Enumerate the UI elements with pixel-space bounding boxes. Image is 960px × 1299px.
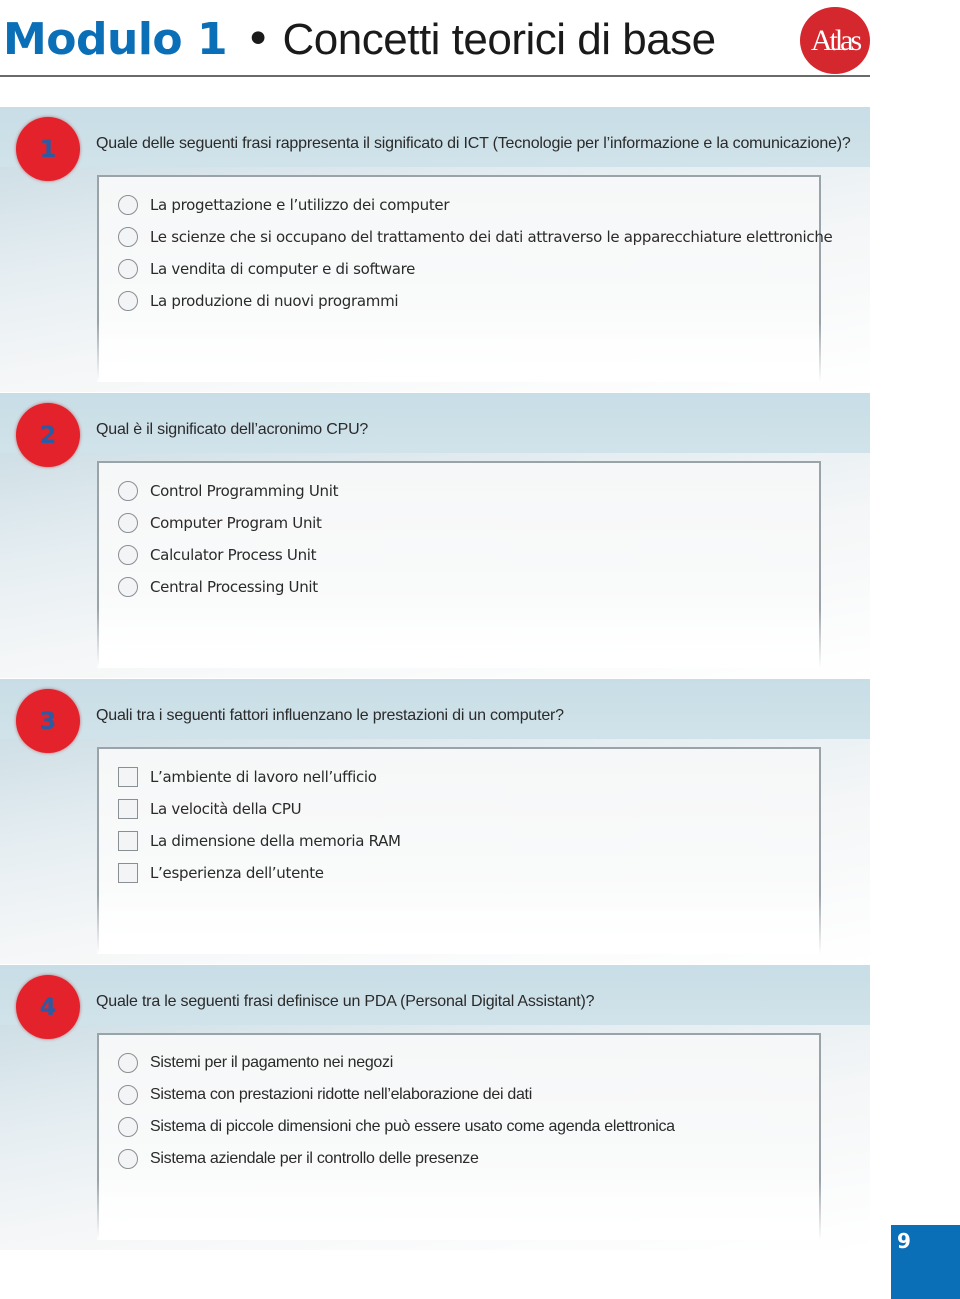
option[interactable]: Computer Program Unit bbox=[118, 507, 338, 539]
radio-button[interactable] bbox=[118, 481, 138, 501]
option-label: La dimensione della memoria RAM bbox=[150, 832, 401, 850]
option-label: La produzione di nuovi programmi bbox=[150, 292, 399, 310]
module-subtitle: Concetti teorici di base bbox=[282, 15, 717, 64]
atlas-logo: Atlas bbox=[800, 7, 870, 74]
option[interactable]: Sistema aziendale per il controllo delle… bbox=[118, 1143, 675, 1175]
option[interactable]: L’ambiente di lavoro nell’ufficio bbox=[118, 761, 401, 793]
question-number-badge: 3 bbox=[16, 689, 80, 753]
option-label: Sistemi per il pagamento nei negozi bbox=[150, 1054, 393, 1071]
page-number: 9 bbox=[897, 1229, 911, 1253]
question-number-badge: 2 bbox=[16, 403, 80, 467]
option-label: L’ambiente di lavoro nell’ufficio bbox=[150, 768, 377, 786]
option-label: La velocità della CPU bbox=[150, 800, 302, 818]
options-list: L’ambiente di lavoro nell’ufficio La vel… bbox=[118, 761, 401, 889]
question-text: Qual è il significato dell’acronimo CPU? bbox=[96, 421, 369, 438]
question-number-badge: 1 bbox=[16, 117, 80, 181]
radio-button[interactable] bbox=[118, 1085, 138, 1105]
radio-button[interactable] bbox=[118, 1117, 138, 1137]
page-title: Modulo 1 • Concetti teorici di base bbox=[3, 12, 716, 68]
checkbox[interactable] bbox=[118, 767, 138, 787]
option[interactable]: La vendita di computer e di software bbox=[118, 253, 833, 285]
option[interactable]: Le scienze che si occupano del trattamen… bbox=[118, 221, 833, 253]
option[interactable]: La dimensione della memoria RAM bbox=[118, 825, 401, 857]
checkbox[interactable] bbox=[118, 799, 138, 819]
option[interactable]: Control Programming Unit bbox=[118, 475, 339, 507]
option-label: La progettazione e l’utilizzo dei comput… bbox=[150, 196, 450, 214]
title-separator: • bbox=[245, 14, 271, 65]
checkbox[interactable] bbox=[118, 831, 138, 851]
option[interactable]: Sistema con prestazioni ridotte nell’ela… bbox=[118, 1079, 675, 1111]
option-label: Central Processing Unit bbox=[150, 578, 318, 596]
page-header: Modulo 1 • Concetti teorici di base Atlas bbox=[0, 0, 870, 77]
question-3: 3 Quali tra i seguenti fattori influenza… bbox=[0, 679, 870, 964]
question-1: 1 Quale delle seguenti frasi rappresenta… bbox=[0, 107, 870, 392]
option-label: Computer Program Unit bbox=[150, 514, 322, 532]
option-label: L’esperienza dell’utente bbox=[150, 864, 324, 882]
question-number-badge: 4 bbox=[16, 975, 80, 1039]
options-list: Control Programming Unit Computer Progra… bbox=[118, 475, 339, 603]
radio-button[interactable] bbox=[118, 1149, 138, 1169]
option[interactable]: La progettazione e l’utilizzo dei comput… bbox=[118, 189, 833, 221]
module-label: Modulo 1 bbox=[3, 14, 228, 65]
option[interactable]: Sistemi per il pagamento nei negozi bbox=[118, 1047, 675, 1079]
option[interactable]: L’esperienza dell’utente bbox=[118, 857, 401, 889]
radio-button[interactable] bbox=[118, 545, 138, 565]
option[interactable]: Central Processing Unit bbox=[118, 571, 338, 603]
page-number-tab: 9 bbox=[891, 1225, 960, 1299]
question-text: Quale tra le seguenti frasi definisce un… bbox=[96, 993, 595, 1010]
option-label: Le scienze che si occupano del trattamen… bbox=[150, 228, 833, 246]
option-label: La vendita di computer e di software bbox=[150, 260, 416, 278]
radio-button[interactable] bbox=[118, 227, 138, 247]
option[interactable]: Sistema di piccole dimensioni che può es… bbox=[118, 1111, 675, 1143]
option-label: Calculator Process Unit bbox=[150, 546, 317, 564]
options-list: Sistemi per il pagamento nei negozi Sist… bbox=[118, 1047, 675, 1175]
radio-button[interactable] bbox=[118, 291, 138, 311]
option-label: Sistema di piccole dimensioni che può es… bbox=[150, 1118, 675, 1135]
option[interactable]: La produzione di nuovi programmi bbox=[118, 285, 833, 317]
checkbox[interactable] bbox=[118, 863, 138, 883]
question-2: 2 Qual è il significato dell’acronimo CP… bbox=[0, 393, 870, 678]
question-text: Quale delle seguenti frasi rappresenta i… bbox=[96, 135, 851, 152]
radio-button[interactable] bbox=[118, 195, 138, 215]
radio-button[interactable] bbox=[118, 259, 138, 279]
radio-button[interactable] bbox=[118, 577, 138, 597]
question-text: Quali tra i seguenti fattori influenzano… bbox=[96, 707, 564, 724]
option[interactable]: Calculator Process Unit bbox=[118, 539, 338, 571]
radio-button[interactable] bbox=[118, 1053, 138, 1073]
options-list: La progettazione e l’utilizzo dei comput… bbox=[118, 189, 833, 317]
option-label: Control Programming Unit bbox=[150, 482, 339, 500]
option[interactable]: La velocità della CPU bbox=[118, 793, 401, 825]
radio-button[interactable] bbox=[118, 513, 138, 533]
option-label: Sistema aziendale per il controllo delle… bbox=[150, 1150, 479, 1167]
option-label: Sistema con prestazioni ridotte nell’ela… bbox=[150, 1086, 532, 1103]
question-4: 4 Quale tra le seguenti frasi definisce … bbox=[0, 965, 870, 1250]
